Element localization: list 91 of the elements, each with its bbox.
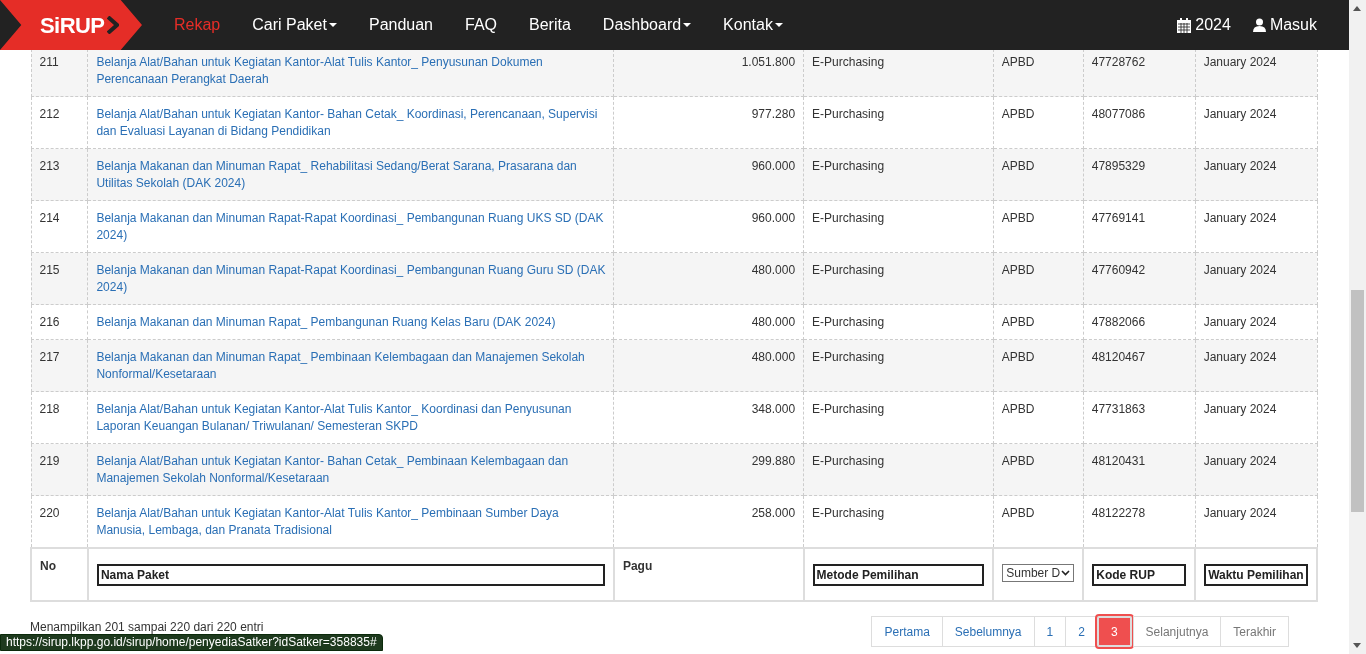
schedule-filter[interactable]: Waktu Pemilihan [1204, 564, 1308, 586]
entries-info: Menampilkan 201 sampai 220 dari 220 entri [30, 619, 264, 636]
fund-source-cell: APBD [1001, 55, 1035, 69]
method-cell: E-Purchasing [812, 159, 885, 173]
calendar-icon [1177, 17, 1192, 33]
row-number: 214 [39, 211, 60, 225]
pagination-link[interactable]: Pertama [871, 616, 943, 647]
chevron-icon [106, 16, 119, 34]
schedule-cell: January 2024 [1203, 107, 1277, 121]
row-number: 218 [39, 402, 60, 416]
budget-value: 977.280 [751, 107, 796, 121]
pagination-link[interactable]: 3 [1096, 616, 1132, 647]
rup-code-cell: 47731863 [1091, 402, 1146, 416]
schedule-cell: January 2024 [1203, 263, 1277, 277]
rup-code-cell: 48122278 [1091, 506, 1146, 520]
column-label: Pagu [622, 558, 654, 575]
status-url-tooltip: https://sirup.lkpp.go.id/sirup/home/penyediaSatker?idSatker=358835# [0, 634, 383, 651]
rup-code-cell: 47728762 [1091, 55, 1146, 69]
method-cell: E-Purchasing [812, 454, 885, 468]
row-number: 211 [39, 55, 59, 69]
row-number: 212 [39, 107, 60, 121]
year-selector[interactable]: 2024 [1177, 13, 1231, 37]
method-cell: E-Purchasing [812, 350, 885, 364]
budget-value: 480.000 [751, 350, 796, 364]
schedule-cell: January 2024 [1203, 55, 1277, 69]
nav-link[interactable]: Panduan [368, 13, 433, 37]
fund-source-select[interactable]: Sumber D [1002, 564, 1075, 582]
rup-code-filter[interactable]: Kode RUP [1092, 564, 1187, 586]
row-number: 220 [39, 506, 60, 520]
budget-value: 480.000 [751, 263, 796, 277]
pagination-link[interactable]: 2 [1065, 616, 1098, 647]
method-cell: E-Purchasing [812, 315, 885, 329]
schedule-cell: January 2024 [1203, 159, 1277, 173]
nav-link[interactable]: FAQ [465, 13, 498, 37]
budget-value: 1.051.800 [741, 55, 796, 69]
schedule-cell: January 2024 [1203, 402, 1277, 416]
schedule-cell: January 2024 [1203, 211, 1277, 225]
scrollbar[interactable] [1349, 0, 1366, 654]
method-filter[interactable]: Metode Pemilihan [812, 564, 985, 586]
method-cell: E-Purchasing [812, 55, 885, 69]
method-cell: E-Purchasing [812, 506, 885, 520]
budget-value: 299.880 [751, 454, 796, 468]
nav-link[interactable]: Cari Paket [252, 13, 337, 37]
rup-code-cell: 48120467 [1091, 350, 1146, 364]
budget-value: 960.000 [751, 159, 796, 173]
fund-source-cell: APBD [1001, 350, 1035, 364]
rup-code-cell: 47882066 [1091, 315, 1146, 329]
schedule-cell: January 2024 [1203, 454, 1277, 468]
fund-source-cell: APBD [1001, 315, 1035, 329]
nav-link[interactable]: Rekap [174, 13, 221, 37]
row-number: 219 [39, 454, 60, 468]
scroll-down-icon[interactable] [1353, 643, 1361, 648]
budget-value: 960.000 [751, 211, 796, 225]
budget-value: 480.000 [751, 315, 796, 329]
row-number: 215 [39, 263, 60, 277]
method-cell: E-Purchasing [812, 107, 885, 121]
method-cell: E-Purchasing [812, 211, 885, 225]
row-number: 216 [39, 315, 60, 329]
chevron-down-icon [1061, 570, 1071, 576]
scroll-up-icon[interactable] [1353, 6, 1361, 11]
fund-source-cell: APBD [1001, 454, 1035, 468]
rup-code-cell: 47769141 [1091, 211, 1146, 225]
nav-link[interactable]: Berita [529, 13, 571, 37]
row-number: 217 [39, 350, 60, 364]
budget-value: 258.000 [751, 506, 796, 520]
package-name-filter[interactable]: Nama Paket [96, 564, 605, 586]
method-cell: E-Purchasing [812, 263, 885, 277]
fund-source-cell: APBD [1001, 402, 1035, 416]
rup-code-cell: 48120431 [1091, 454, 1146, 468]
schedule-cell: January 2024 [1203, 506, 1277, 520]
user-icon [1252, 18, 1266, 32]
row-number: 213 [39, 159, 60, 173]
column-label: No [40, 558, 57, 575]
rup-code-cell: 48077086 [1091, 107, 1146, 121]
schedule-cell: January 2024 [1203, 350, 1277, 364]
fund-source-cell: APBD [1001, 506, 1035, 520]
fund-source-cell: APBD [1001, 107, 1035, 121]
login-link[interactable]: Masuk [1252, 13, 1317, 37]
schedule-cell: January 2024 [1203, 315, 1277, 329]
scrollbar-thumb[interactable] [1351, 290, 1364, 512]
fund-source-cell: APBD [1001, 263, 1035, 277]
budget-value: 348.000 [751, 402, 796, 416]
pagination-link[interactable]: Sebelumnya [941, 616, 1035, 647]
nav-link[interactable]: Dashboard [602, 13, 692, 37]
fund-source-cell: APBD [1001, 159, 1035, 173]
method-cell: E-Purchasing [812, 402, 885, 416]
logo[interactable]: SiRUP [0, 0, 142, 50]
fund-source-cell: APBD [1001, 211, 1035, 225]
rup-code-cell: 47895329 [1091, 159, 1146, 173]
rup-code-cell: 47760942 [1091, 263, 1146, 277]
nav-link[interactable]: Kontak [723, 13, 783, 37]
